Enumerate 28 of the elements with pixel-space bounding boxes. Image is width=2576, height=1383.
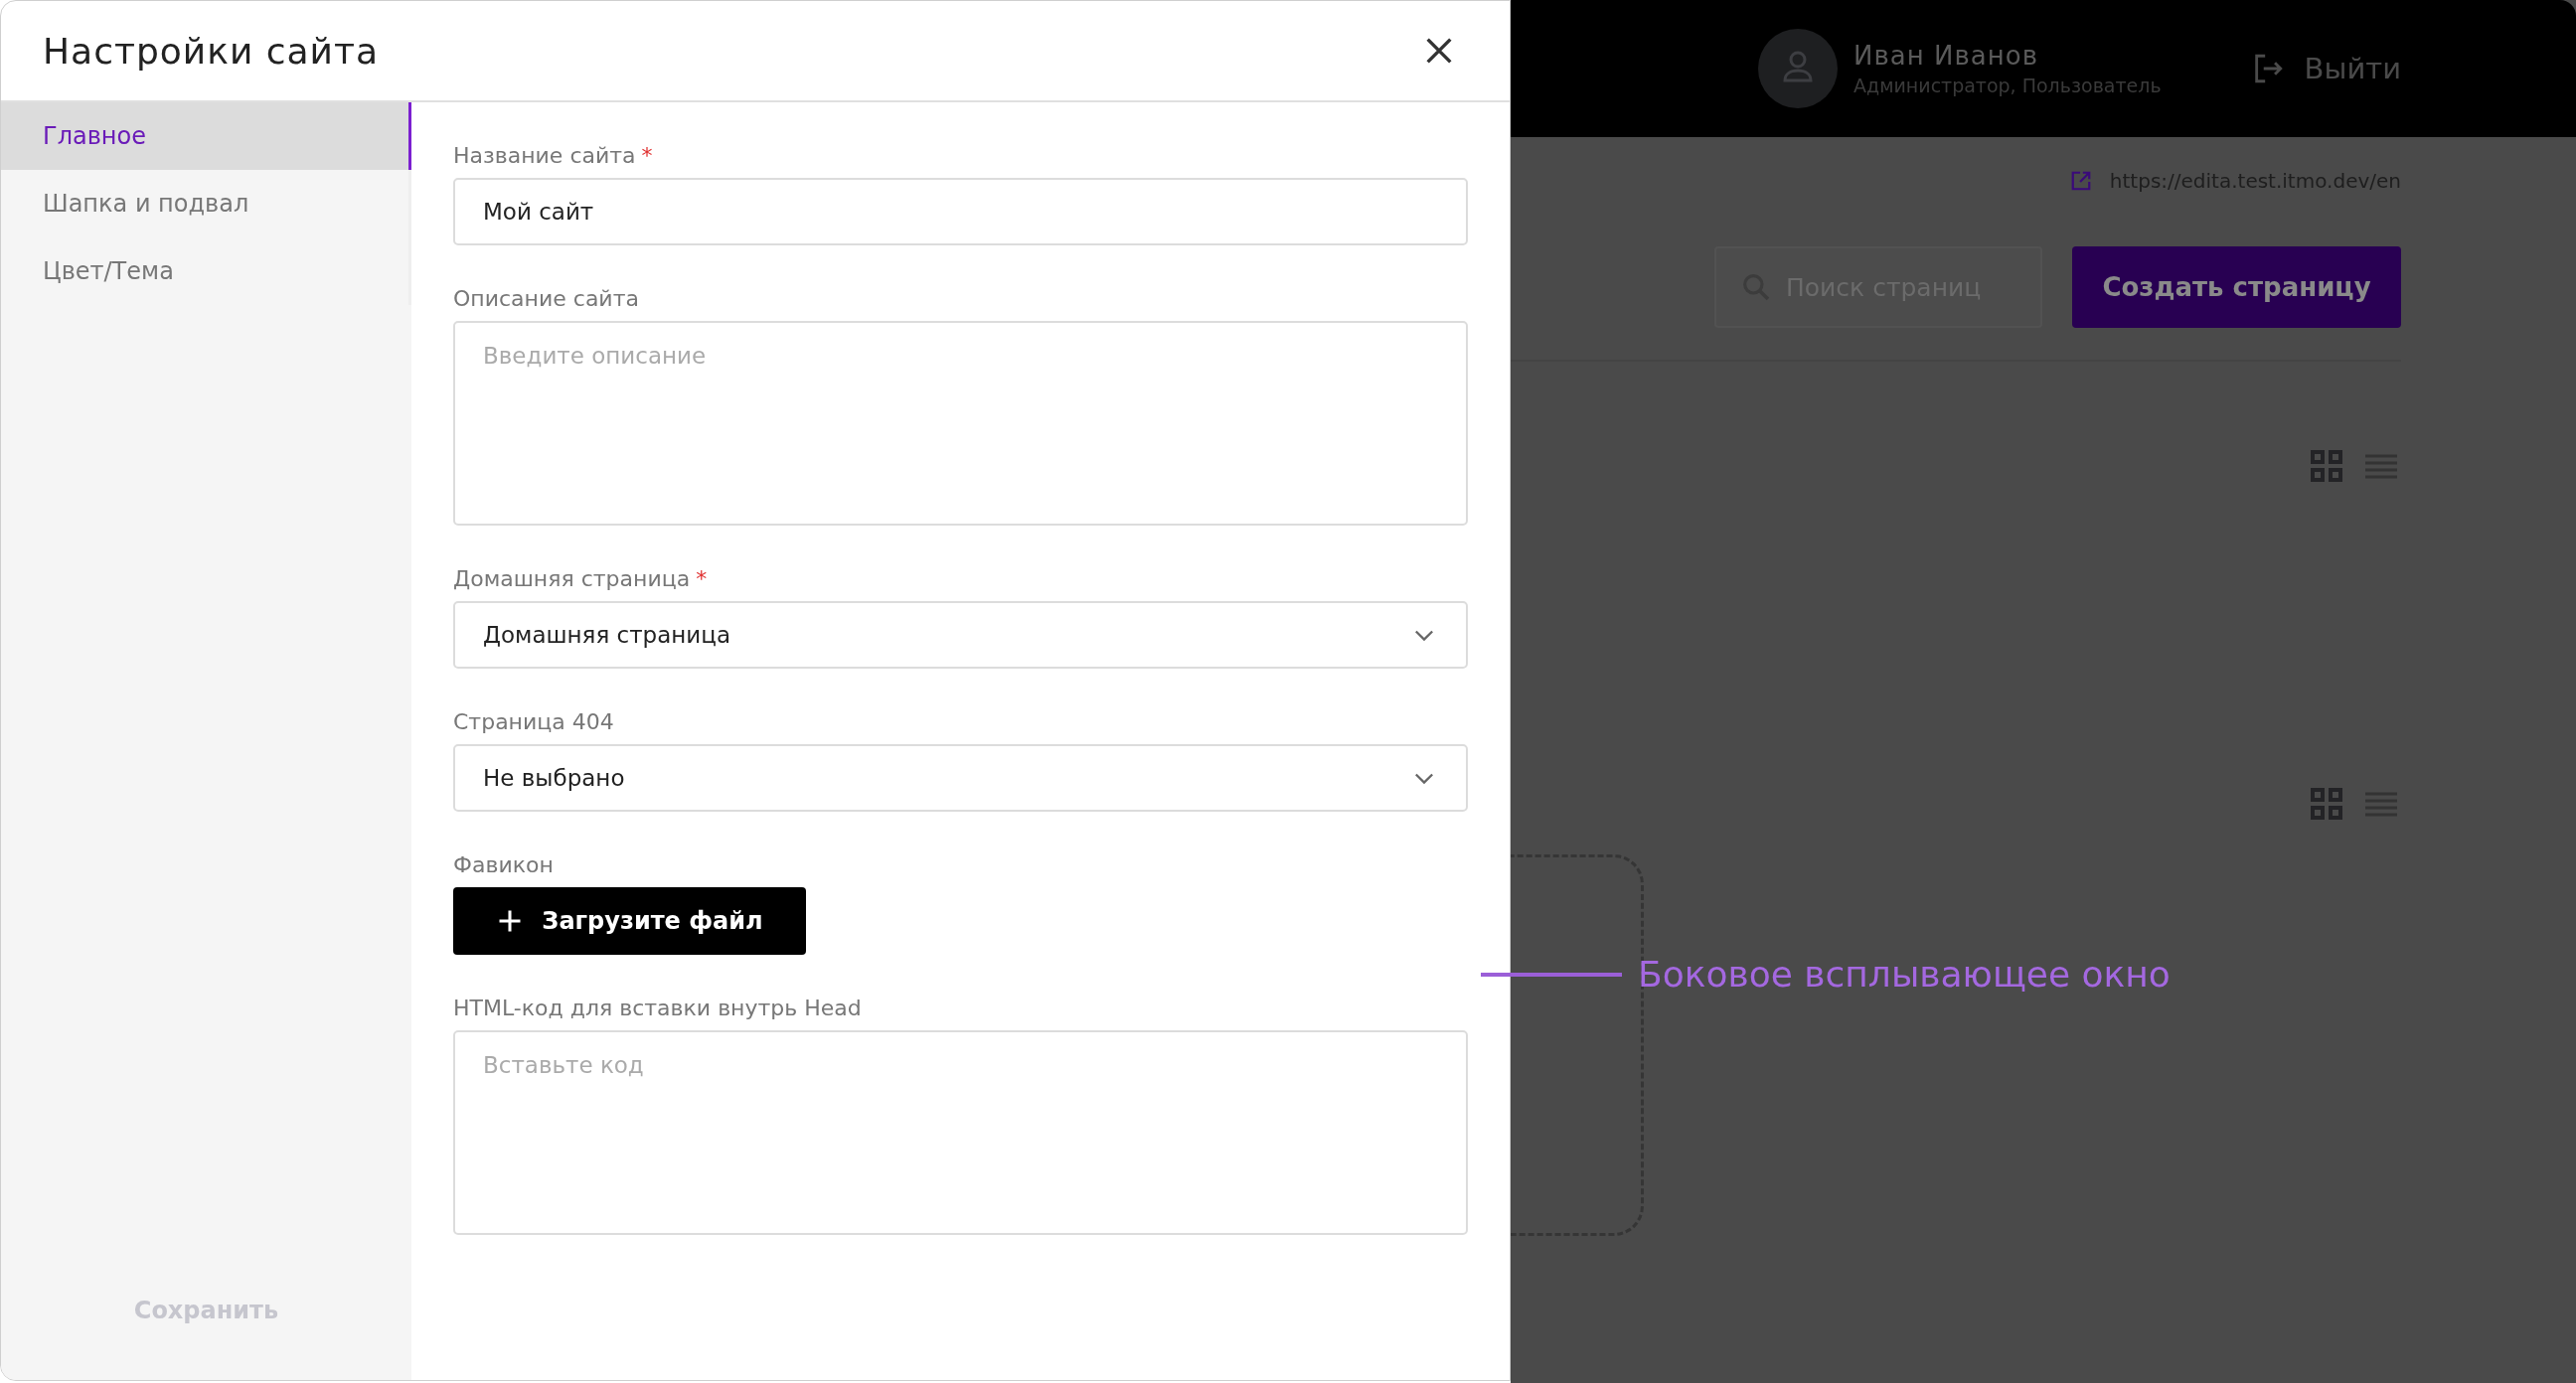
field-label: HTML-код для вставки внутрь Head [453, 995, 862, 1022]
external-link-icon [2069, 170, 2092, 192]
sidebar-item[interactable]: Цвет/Тема [1, 237, 408, 305]
required-mark: * [641, 142, 653, 170]
grid-view-icon[interactable] [2310, 449, 2343, 483]
required-mark: * [696, 565, 708, 593]
dropdown-value: Домашняя страница [483, 622, 731, 648]
user-roles: Администратор, Пользователь [1853, 75, 2162, 96]
panel-title: Настройки сайта [43, 30, 380, 72]
upload-button[interactable]: Загрузите файл [453, 887, 806, 955]
dropdown-value: Не выбрано [483, 765, 625, 791]
field-label: Домашняя страница [453, 565, 691, 593]
avatar-icon [1758, 29, 1839, 108]
field-label: Название сайта [453, 142, 636, 170]
field-label: Страница 404 [453, 708, 614, 736]
grid-view-icon[interactable] [2310, 787, 2343, 821]
dropdown[interactable]: Не выбрано [453, 744, 1468, 812]
field-label: Фавикон [453, 851, 554, 879]
dropdown[interactable]: Домашняя страница [453, 601, 1468, 669]
user-name: Иван Иванов [1853, 41, 2039, 71]
sidebar-item[interactable]: Шапка и подвал [1, 170, 408, 237]
create-page-button[interactable]: Создать страницу [2072, 246, 2401, 328]
sidebar-item[interactable]: Главное [1, 102, 411, 170]
text-area[interactable]: Введите описание [453, 321, 1468, 526]
annotation-label: Боковое всплывающее окно [1638, 954, 2171, 995]
input-field[interactable]: Мой сайт [453, 178, 1468, 245]
text-area[interactable]: Вставьте код [453, 1030, 1468, 1235]
field-label: Описание сайта [453, 285, 639, 313]
